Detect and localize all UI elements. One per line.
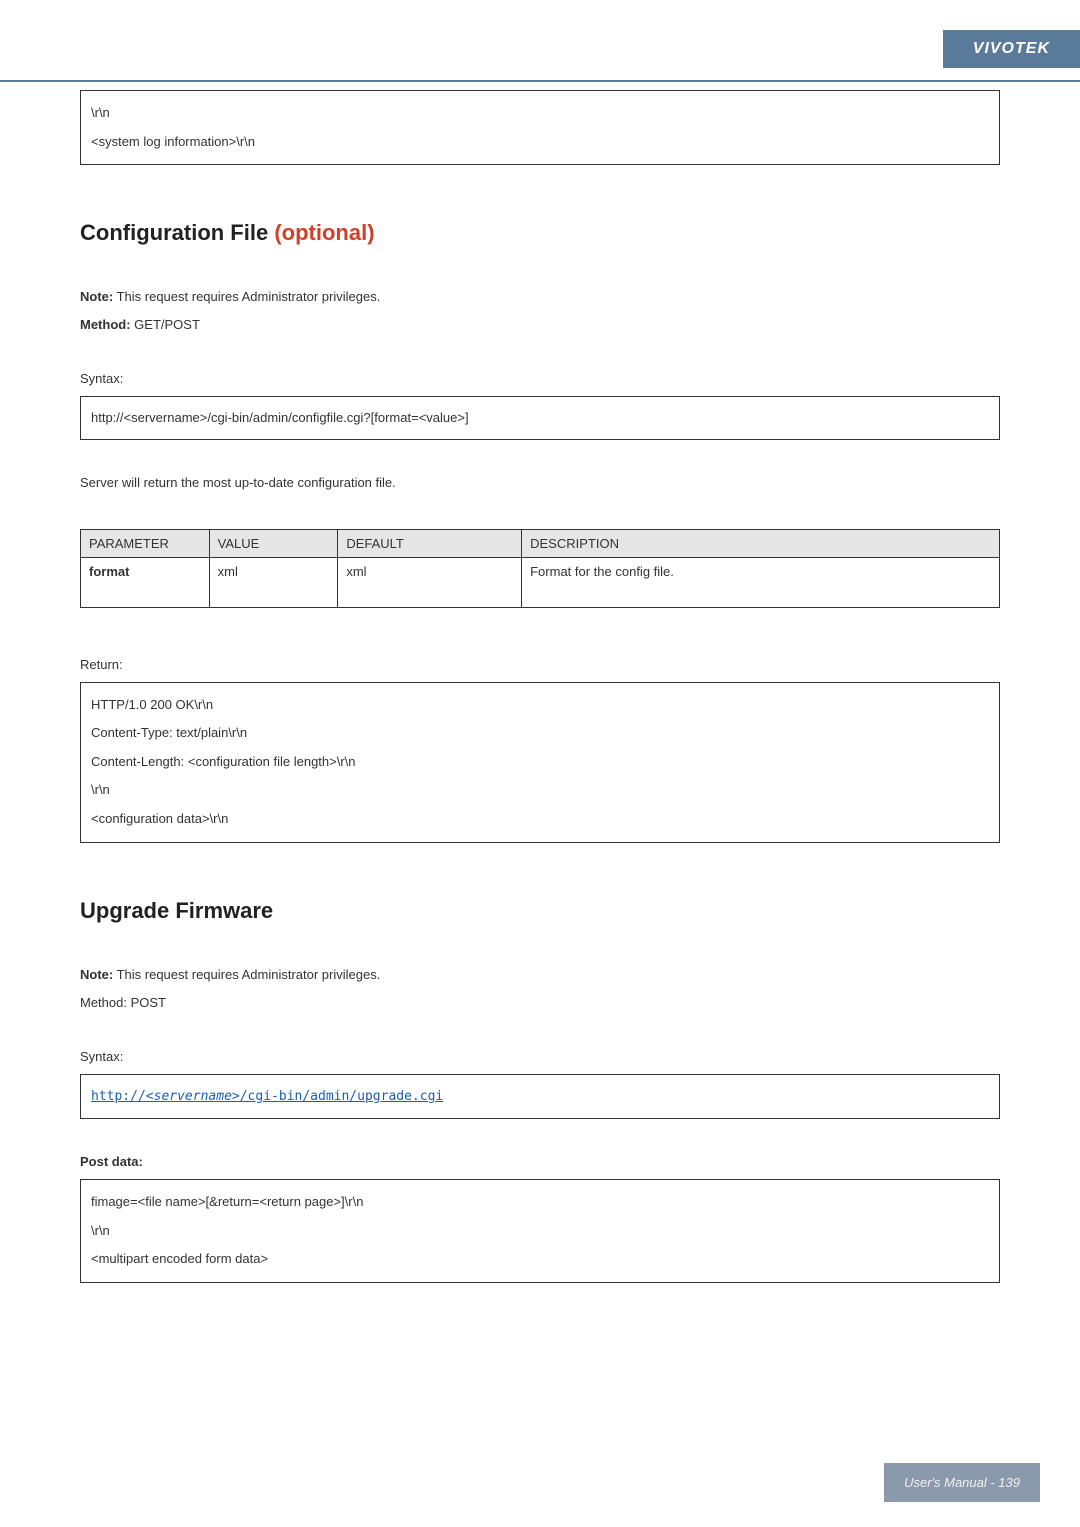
td-default: xml bbox=[338, 557, 522, 607]
syntax-box: http://<servername>/cgi-bin/admin/config… bbox=[80, 396, 1000, 440]
code-line: \r\n bbox=[91, 99, 989, 128]
syntax-box-url: http://<servername>/cgi-bin/admin/upgrad… bbox=[80, 1074, 1000, 1119]
content: \r\n <system log information>\r\n Config… bbox=[80, 30, 1000, 1283]
page-footer: User's Manual - 139 bbox=[884, 1463, 1040, 1502]
server-return-text: Server will return the most up-to-date c… bbox=[80, 472, 1000, 494]
return-label: Return: bbox=[80, 654, 1000, 676]
code-line: HTTP/1.0 200 OK\r\n bbox=[91, 691, 989, 720]
code-line: <configuration data>\r\n bbox=[91, 805, 989, 834]
page: VIVOTEK \r\n <system log information>\r\… bbox=[0, 0, 1080, 1527]
section-heading-config-file: Configuration File (optional) bbox=[80, 220, 1000, 246]
post-data-box: fimage=<file name>[&return=<return page>… bbox=[80, 1179, 1000, 1283]
td-parameter: format bbox=[81, 557, 210, 607]
td-value: xml bbox=[209, 557, 338, 607]
note-line: Note: This request requires Administrato… bbox=[80, 286, 1000, 308]
return-box: HTTP/1.0 200 OK\r\n Content-Type: text/p… bbox=[80, 682, 1000, 843]
method-line: Method: GET/POST bbox=[80, 314, 1000, 336]
method-line: Method: POST bbox=[80, 992, 1000, 1014]
upgrade-url-link[interactable]: http://<servername>/cgi-bin/admin/upgrad… bbox=[91, 1089, 443, 1104]
th-parameter: PARAMETER bbox=[81, 529, 210, 557]
brand-header: VIVOTEK bbox=[943, 30, 1080, 68]
note-line: Note: This request requires Administrato… bbox=[80, 964, 1000, 986]
syntax-label: Syntax: bbox=[80, 1046, 1000, 1068]
th-value: VALUE bbox=[209, 529, 338, 557]
code-line: http://<servername>/cgi-bin/admin/config… bbox=[91, 410, 469, 425]
parameter-table: PARAMETER VALUE DEFAULT DESCRIPTION form… bbox=[80, 529, 1000, 608]
code-line: <system log information>\r\n bbox=[91, 128, 989, 157]
code-line: fimage=<file name>[&return=<return page>… bbox=[91, 1188, 989, 1217]
header-rule bbox=[0, 80, 1080, 82]
syntax-label: Syntax: bbox=[80, 368, 1000, 390]
code-line: \r\n bbox=[91, 1217, 989, 1246]
section-heading-upgrade-firmware: Upgrade Firmware bbox=[80, 898, 1000, 924]
td-description: Format for the config file. bbox=[522, 557, 1000, 607]
code-line: Content-Length: <configuration file leng… bbox=[91, 748, 989, 777]
code-line: \r\n bbox=[91, 776, 989, 805]
th-default: DEFAULT bbox=[338, 529, 522, 557]
code-line: Content-Type: text/plain\r\n bbox=[91, 719, 989, 748]
post-data-label: Post data: bbox=[80, 1151, 1000, 1173]
code-line: <multipart encoded form data> bbox=[91, 1245, 989, 1274]
table-row: format xml xml Format for the config fil… bbox=[81, 557, 1000, 607]
syslog-return-box: \r\n <system log information>\r\n bbox=[80, 90, 1000, 165]
brand-text: VIVOTEK bbox=[973, 40, 1050, 57]
table-header-row: PARAMETER VALUE DEFAULT DESCRIPTION bbox=[81, 529, 1000, 557]
th-description: DESCRIPTION bbox=[522, 529, 1000, 557]
